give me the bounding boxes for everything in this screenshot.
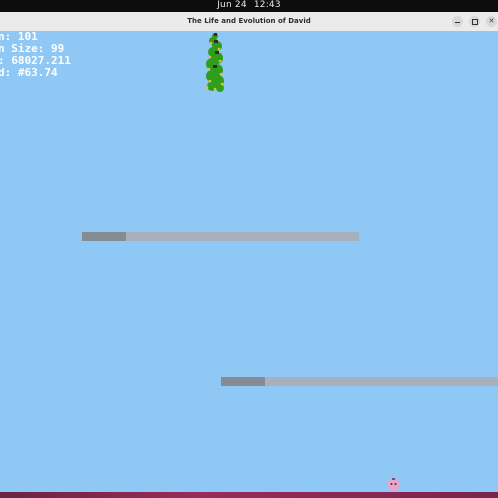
pink-creature xyxy=(387,478,400,491)
system-time: 12:43 xyxy=(253,0,281,10)
game-canvas[interactable]: n: 101 n Size: 99: 68027.211 d: #63.74 xyxy=(0,31,498,492)
close-icon[interactable]: ✕ xyxy=(486,16,497,27)
minimize-icon[interactable] xyxy=(452,16,463,27)
platform-upper xyxy=(82,232,359,241)
system-clock[interactable]: Jun 24 12:43 xyxy=(0,0,498,12)
system-date: Jun 24 xyxy=(217,0,247,10)
platform-upper-progress xyxy=(82,232,126,241)
hud-stat-4: d: #63.74 xyxy=(0,66,58,79)
taskbar-strip xyxy=(0,492,498,498)
window-title: The Life and Evolution of David xyxy=(187,17,311,25)
system-top-bar: Jun 24 12:43 xyxy=(0,0,498,12)
hud-stats: n: 101 n Size: 99: 68027.211 d: #63.74 xyxy=(0,31,71,79)
maximize-icon[interactable] xyxy=(469,16,480,27)
david-stack xyxy=(205,33,224,92)
platform-lower-progress xyxy=(221,377,265,386)
platform-lower xyxy=(221,377,498,386)
window-titlebar[interactable]: The Life and Evolution of David ✕ xyxy=(0,12,498,32)
